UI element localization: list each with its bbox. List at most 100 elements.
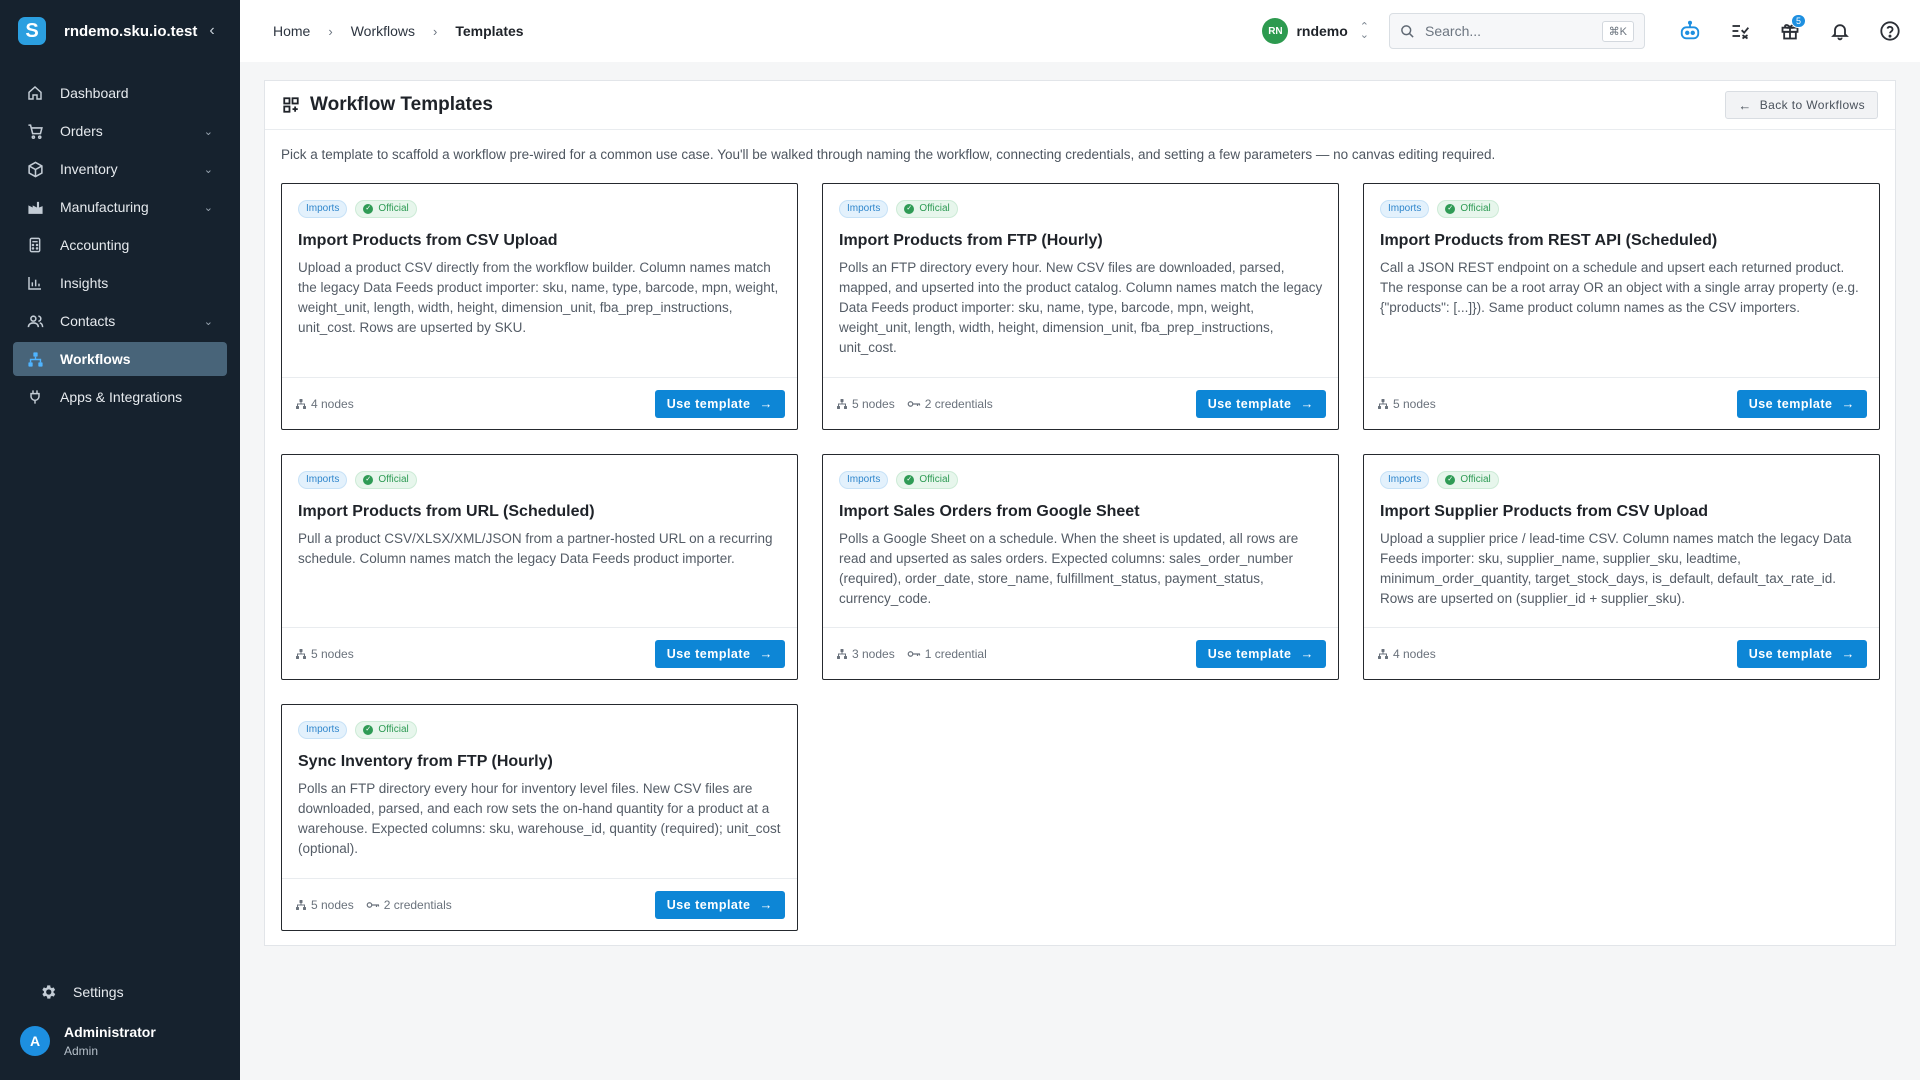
use-template-button[interactable]: Use template → [654,389,785,418]
breadcrumb-workflows[interactable]: Workflows [351,23,415,39]
tag-list: Imports ✓ Official [298,721,425,739]
node-count: 4 nodes [1377,647,1436,661]
use-template-button[interactable]: Use template → [654,639,785,668]
template-card[interactable]: Imports ✓ Official Sync Inventory from FTP … [281,704,798,931]
breadcrumb-home[interactable]: Home [273,23,310,39]
sidebar-item-workflows[interactable]: Workflows [13,342,227,376]
official-tag: ✓ Official [355,721,417,739]
chevron-right-icon: › [433,23,438,39]
template-description: Polls an FTP directory every hour. New C… [839,260,1323,355]
bell-icon[interactable] [1828,19,1852,43]
sidebar-item-settings[interactable]: Settings [26,975,214,1009]
template-card[interactable]: Imports ✓ Official Import Products from CSV… [281,183,798,430]
sidebar-item-orders[interactable]: Orders ⌄ [13,114,227,148]
brand: S rndemo.sku.io.test ‹ [0,0,240,62]
node-count-text: 4 nodes [311,396,354,411]
sidebar-item-label: Manufacturing [60,199,149,215]
use-template-label: Use template [1207,396,1292,411]
template-card[interactable]: Imports ✓ Official Import Products from FTP… [822,183,1339,430]
credential-count-text: 2 credentials [383,897,452,912]
avatar: A [20,1026,50,1056]
node-count: 4 nodes [295,397,354,411]
use-template-label: Use template [666,646,751,661]
template-description: Call a JSON REST endpoint on a schedule … [1380,260,1859,315]
sidebar-item-dashboard[interactable]: Dashboard [13,76,227,110]
search-placeholder: Search... [1425,23,1482,39]
workspace-name[interactable]: rndemo.sku.io.test [64,23,202,40]
ai-assistant-icon[interactable] [1678,19,1702,43]
template-title: Import Products from CSV Upload [298,232,558,249]
official-tag: ✓ Official [896,200,958,218]
arrow-right-icon: → [759,646,773,661]
category-tag: Imports [298,200,348,218]
help-icon[interactable] [1878,19,1902,43]
check-circle-icon: ✓ [1445,204,1456,214]
calculator-icon [26,236,44,254]
brand-logo[interactable]: S [18,17,46,45]
sidebar-item-inventory[interactable]: Inventory ⌄ [13,152,227,186]
node-count: 3 nodes [836,647,895,661]
node-count: 5 nodes [836,397,895,411]
use-template-button[interactable]: Use template → [1736,389,1867,418]
sidebar-item-apps-integrations[interactable]: Apps & Integrations [13,380,227,414]
node-count-text: 3 nodes [852,646,895,661]
chevron-down-icon[interactable]: ⌄ [204,163,213,176]
tag-list: Imports ✓ Official [839,200,966,218]
sidebar-item-contacts[interactable]: Contacts ⌄ [13,304,227,338]
arrow-right-icon: → [759,897,773,912]
tag-list: Imports ✓ Official [298,200,425,218]
credential-count: 2 credentials [366,898,452,912]
tasks-icon[interactable] [1728,19,1752,43]
sidebar-item-accounting[interactable]: Accounting [13,228,227,262]
arrow-right-icon: → [1841,646,1855,661]
use-template-button[interactable]: Use template → [1195,389,1326,418]
template-card[interactable]: Imports ✓ Official Import Sales Orders from… [822,454,1339,680]
use-template-label: Use template [1748,646,1833,661]
key-icon [366,899,380,911]
use-template-button[interactable]: Use template → [1736,639,1867,668]
template-card[interactable]: Imports ✓ Official Import Supplier Products… [1363,454,1880,680]
chevron-down-icon[interactable]: ⌄ [204,315,213,328]
category-tag: Imports [839,471,889,489]
org-switcher[interactable]: RN rndemo ⌃ ⌄ [1262,18,1369,44]
nodes-icon [295,398,307,410]
sidebar: S rndemo.sku.io.test ‹ Dashboard Orders ⌄ I… [0,0,240,1080]
sidebar-item-label: Dashboard [60,85,129,101]
template-title: Import Supplier Products from CSV Upload [1380,503,1709,520]
user-role: Admin [64,1044,99,1058]
category-tag: Imports [1380,200,1430,218]
collapse-sidebar-icon[interactable]: ‹ [202,22,222,40]
chevron-down-icon[interactable]: ⌄ [204,125,213,138]
gear-icon [39,983,57,1001]
chevron-down-icon[interactable]: ⌄ [204,201,213,214]
template-title: Import Products from REST API (Scheduled… [1380,232,1718,249]
templates-panel: Workflow Templates ← Back to Workflows P… [264,80,1896,946]
template-card-footer: 5 nodes Use template → [282,627,797,679]
notification-badge: 5 [1790,14,1806,28]
arrow-right-icon: → [1300,396,1314,411]
category-tag: Imports [298,721,348,739]
official-label: Official [378,474,409,485]
template-description: Upload a product CSV directly from the w… [298,260,779,335]
node-count: 5 nodes [295,898,354,912]
template-card[interactable]: Imports ✓ Official Import Products from URL… [281,454,798,680]
template-card[interactable]: Imports ✓ Official Import Products from RES… [1363,183,1880,430]
intro-text: Pick a template to scaffold a workflow p… [281,147,1496,162]
search-input[interactable]: Search... ⌘K [1389,13,1645,49]
template-title: Sync Inventory from FTP (Hourly) [298,753,553,770]
gift-icon[interactable]: 5 [1778,14,1806,43]
home-icon [26,84,44,102]
sidebar-item-insights[interactable]: Insights [13,266,227,300]
back-to-workflows-button[interactable]: ← Back to Workflows [1725,91,1878,119]
sidebar-item-label: Accounting [60,237,130,253]
user-profile[interactable]: A Administrator Admin [20,1024,156,1058]
use-template-button[interactable]: Use template → [1195,639,1326,668]
sidebar-item-label: Contacts [60,313,116,329]
category-tag: Imports [298,471,348,489]
sidebar-item-label: Insights [60,275,109,291]
sidebar-item-manufacturing[interactable]: Manufacturing ⌄ [13,190,227,224]
use-template-button[interactable]: Use template → [654,890,785,919]
check-circle-icon: ✓ [904,475,915,485]
tag-list: Imports ✓ Official [839,471,966,489]
arrow-right-icon: → [759,396,773,411]
